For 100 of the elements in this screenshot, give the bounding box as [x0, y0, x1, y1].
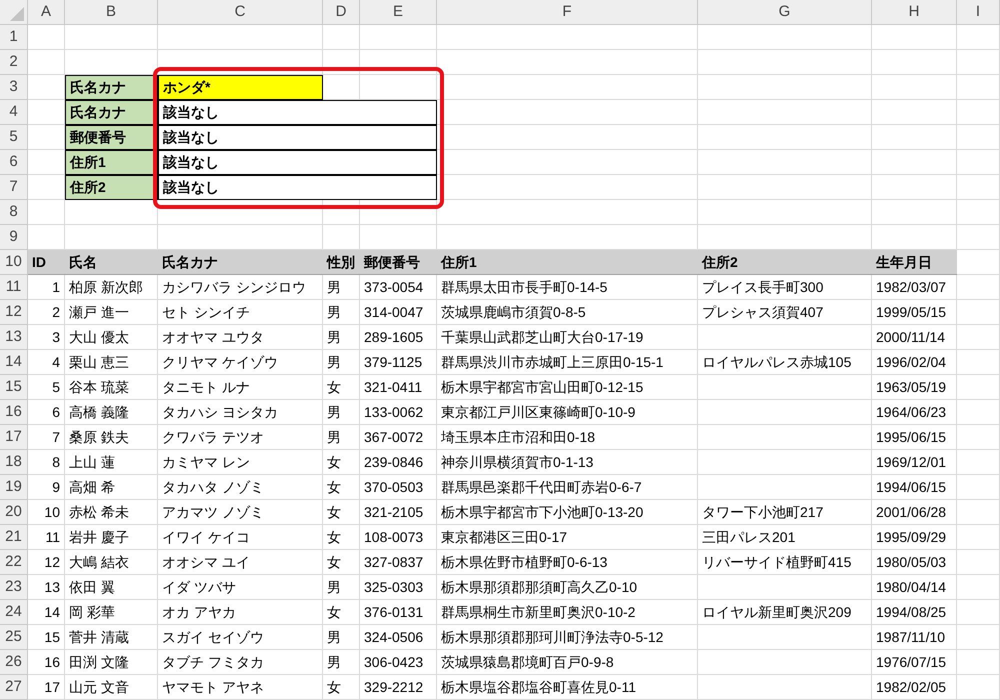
row-header[interactable]: 7	[0, 175, 28, 200]
row-header[interactable]: 6	[0, 150, 28, 175]
table-cell: 321-0411	[360, 375, 437, 400]
column-header[interactable]: F	[437, 0, 698, 25]
search-input-field[interactable]: ホンダ*	[158, 75, 323, 100]
table-cell: 13	[28, 575, 65, 600]
table-cell: 女	[323, 375, 360, 400]
table-cell: 12	[28, 550, 65, 575]
table-cell: 三田パレス201	[698, 525, 872, 550]
table-cell: 依田 翼	[65, 575, 158, 600]
lookup-result: 該当なし	[158, 125, 437, 150]
table-cell: 男	[323, 625, 360, 650]
table-cell: 群馬県太田市長手町0-14-5	[437, 275, 698, 300]
column-header[interactable]: E	[360, 0, 437, 25]
table-cell: アカマツ ノゾミ	[158, 500, 323, 525]
table-header-cell: 郵便番号	[360, 250, 437, 275]
table-cell: 高橋 義隆	[65, 400, 158, 425]
row-header[interactable]: 2	[0, 50, 28, 75]
table-cell: 15	[28, 625, 65, 650]
row-header[interactable]: 20	[0, 500, 28, 525]
table-cell: 370-0503	[360, 475, 437, 500]
table-cell: 男	[323, 650, 360, 675]
column-header[interactable]: H	[872, 0, 957, 25]
row-header[interactable]: 8	[0, 200, 28, 225]
table-cell: 田渕 文隆	[65, 650, 158, 675]
row-header[interactable]: 26	[0, 650, 28, 675]
select-all-icon[interactable]	[10, 7, 24, 21]
table-cell: 1976/07/15	[872, 650, 957, 675]
row-header[interactable]: 27	[0, 675, 28, 700]
lookup-result: 該当なし	[158, 100, 437, 125]
table-cell: 茨城県猿島郡境町百戸0-9-8	[437, 650, 698, 675]
row-header[interactable]: 12	[0, 300, 28, 325]
table-cell: 大嶋 結衣	[65, 550, 158, 575]
table-cell: 山元 文音	[65, 675, 158, 700]
table-cell: 376-0131	[360, 600, 437, 625]
table-cell: 女	[323, 450, 360, 475]
row-header[interactable]: 22	[0, 550, 28, 575]
table-cell: ロイヤル新里町奥沢209	[698, 600, 872, 625]
column-header[interactable]: D	[323, 0, 360, 25]
row-header[interactable]: 13	[0, 325, 28, 350]
row-header[interactable]: 25	[0, 625, 28, 650]
row-header[interactable]: 5	[0, 125, 28, 150]
table-cell: 324-0506	[360, 625, 437, 650]
table-cell: 女	[323, 600, 360, 625]
column-header[interactable]: A	[28, 0, 65, 25]
table-cell: 11	[28, 525, 65, 550]
table-cell: 1969/12/01	[872, 450, 957, 475]
table-cell: オオシマ ユイ	[158, 550, 323, 575]
table-header-cell: 氏名	[65, 250, 158, 275]
row-header[interactable]: 9	[0, 225, 28, 250]
row-header[interactable]: 19	[0, 475, 28, 500]
row-header[interactable]: 21	[0, 525, 28, 550]
table-cell: 男	[323, 300, 360, 325]
table-cell: 女	[323, 550, 360, 575]
column-header[interactable]: G	[698, 0, 872, 25]
column-header[interactable]: I	[957, 0, 1000, 25]
table-cell: 1963/05/19	[872, 375, 957, 400]
row-header[interactable]: 3	[0, 75, 28, 100]
table-cell: 329-2212	[360, 675, 437, 700]
row-header[interactable]: 1	[0, 25, 28, 50]
row-header[interactable]: 17	[0, 425, 28, 450]
row-header[interactable]: 14	[0, 350, 28, 375]
lookup-label: 氏名カナ	[65, 75, 158, 100]
table-cell: 1964/06/23	[872, 400, 957, 425]
column-header[interactable]: C	[158, 0, 323, 25]
row-header[interactable]: 15	[0, 375, 28, 400]
row-header[interactable]: 23	[0, 575, 28, 600]
table-header-cell: 氏名カナ	[158, 250, 323, 275]
lookup-label: 住所1	[65, 150, 158, 175]
row-header[interactable]: 18	[0, 450, 28, 475]
table-cell: 1996/02/04	[872, 350, 957, 375]
table-cell: 6	[28, 400, 65, 425]
row-header[interactable]: 10	[0, 250, 28, 275]
table-cell: 1987/11/10	[872, 625, 957, 650]
table-cell: 東京都港区三田0-17	[437, 525, 698, 550]
table-cell: 菅井 清蔵	[65, 625, 158, 650]
table-cell: 1994/06/15	[872, 475, 957, 500]
row-header[interactable]: 24	[0, 600, 28, 625]
table-cell: イダ ツバサ	[158, 575, 323, 600]
row-header[interactable]: 4	[0, 100, 28, 125]
table-cell: 群馬県桐生市新里町奥沢0-10-2	[437, 600, 698, 625]
row-header[interactable]: 16	[0, 400, 28, 425]
table-cell: 327-0837	[360, 550, 437, 575]
row-header[interactable]: 11	[0, 275, 28, 300]
table-cell: 岡 彩華	[65, 600, 158, 625]
table-cell: 2	[28, 300, 65, 325]
table-cell: 379-1125	[360, 350, 437, 375]
table-cell: 325-0303	[360, 575, 437, 600]
table-cell: ロイヤルパレス赤城105	[698, 350, 872, 375]
column-header[interactable]: B	[65, 0, 158, 25]
corner-header[interactable]	[0, 0, 28, 25]
table-header-cell: 生年月日	[872, 250, 957, 275]
table-cell: タカハタ ノゾミ	[158, 475, 323, 500]
table-cell: 栗山 恵三	[65, 350, 158, 375]
table-cell: 17	[28, 675, 65, 700]
table-cell: 4	[28, 350, 65, 375]
table-cell: 東京都江戸川区東篠崎町0-10-9	[437, 400, 698, 425]
table-cell: 10	[28, 500, 65, 525]
table-cell: 高畑 希	[65, 475, 158, 500]
table-cell: 108-0073	[360, 525, 437, 550]
